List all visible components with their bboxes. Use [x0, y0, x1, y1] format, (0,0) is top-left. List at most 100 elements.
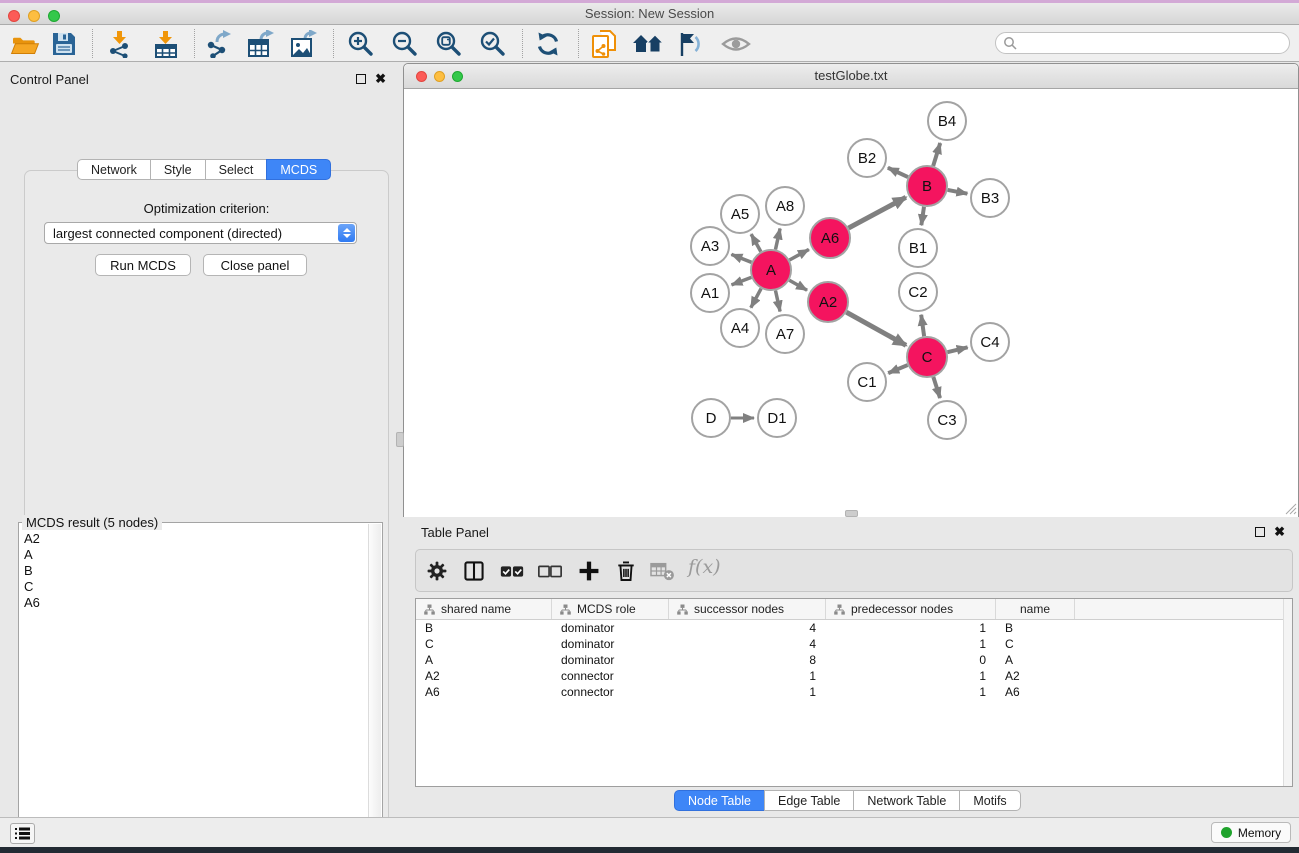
zoom-in-icon[interactable] — [344, 28, 378, 60]
control-panel: Control Panel ✖ NetworkStyleSelectMCDS O… — [0, 63, 394, 817]
float-panel-icon[interactable] — [356, 74, 366, 84]
first-neighbors-icon[interactable] — [631, 28, 665, 60]
graph-edge-B-B3[interactable] — [948, 190, 968, 194]
save-session-icon[interactable] — [47, 28, 81, 60]
graph-edge-A-A4[interactable] — [751, 289, 761, 308]
float-table-panel-icon[interactable] — [1255, 527, 1265, 537]
graph-edge-A2-C[interactable] — [846, 312, 906, 345]
toolbar-separator — [92, 29, 93, 58]
cell-shared-name: A — [416, 652, 552, 668]
memory-button[interactable]: Memory — [1211, 822, 1291, 843]
unselect-all-columns-icon[interactable] — [534, 555, 566, 587]
mcds-result-title: MCDS result (5 nodes) — [22, 515, 162, 530]
column-layout-icon[interactable] — [458, 555, 490, 587]
mcds-result-item[interactable]: B — [20, 563, 368, 579]
zoom-selected-icon[interactable] — [476, 28, 510, 60]
tab-network-table[interactable]: Network Table — [853, 790, 960, 811]
column-header-shared-name[interactable]: shared name — [416, 599, 552, 619]
create-column-icon[interactable] — [573, 555, 605, 587]
table-row[interactable]: Adominator80A — [416, 652, 1292, 668]
graph-node-label-C2: C2 — [908, 284, 927, 301]
function-builder-icon[interactable]: f(x) — [688, 556, 721, 578]
export-network-icon[interactable] — [202, 28, 236, 60]
memory-status-icon — [1221, 827, 1232, 838]
table-row[interactable]: Bdominator41B — [416, 620, 1292, 636]
import-network-icon[interactable] — [103, 28, 137, 60]
graph-edge-C-C4[interactable] — [947, 347, 967, 352]
result-scrollbar[interactable] — [368, 524, 381, 853]
tab-motifs[interactable]: Motifs — [959, 790, 1020, 811]
mcds-result-item[interactable]: A6 — [20, 595, 368, 611]
graph-edge-A6-B[interactable] — [849, 197, 906, 228]
table-options-gear-icon[interactable] — [421, 555, 453, 587]
graph-node-label-A1: A1 — [701, 285, 719, 302]
column-header-name[interactable]: name — [996, 599, 1075, 619]
graph-edge-B-B4[interactable] — [933, 143, 940, 166]
column-header-predecessor-nodes[interactable]: predecessor nodes — [826, 599, 996, 619]
zoom-out-icon[interactable] — [388, 28, 422, 60]
memory-label: Memory — [1238, 826, 1281, 840]
mcds-result-item[interactable]: C — [20, 579, 368, 595]
resize-grip-icon[interactable] — [1283, 501, 1297, 515]
table-row[interactable]: A6connector11A6 — [416, 684, 1292, 700]
network-horizontal-scrollbar-thumb[interactable] — [845, 510, 858, 517]
graph-edge-C-C3[interactable] — [933, 377, 940, 398]
export-image-icon[interactable] — [287, 28, 321, 60]
dropdown-stepper-icon — [338, 224, 355, 242]
delete-columns-trash-icon[interactable] — [610, 555, 642, 587]
criterion-dropdown[interactable]: largest connected component (directed) — [44, 222, 357, 244]
network-vertical-scrollbar-thumb[interactable] — [396, 432, 404, 447]
zoom-fit-icon[interactable] — [432, 28, 466, 60]
apply-layout-icon[interactable] — [531, 28, 565, 60]
task-history-button[interactable] — [10, 823, 35, 844]
column-header-mcds-role[interactable]: MCDS role — [552, 599, 669, 619]
table-scrollbar[interactable] — [1283, 599, 1292, 786]
close-panel-icon[interactable]: ✖ — [375, 74, 386, 84]
search-box[interactable] — [995, 32, 1290, 54]
tab-node-table[interactable]: Node Table — [674, 790, 765, 811]
tab-select[interactable]: Select — [205, 159, 268, 180]
graph-edge-C-C2[interactable] — [921, 315, 924, 336]
graph-edge-A-A7[interactable] — [775, 291, 780, 312]
show-all-icon[interactable] — [719, 28, 753, 60]
graph-node-label-A3: A3 — [701, 238, 719, 255]
new-network-from-selection-icon[interactable] — [587, 28, 621, 60]
table-row[interactable]: Cdominator41C — [416, 636, 1292, 652]
tab-mcds[interactable]: MCDS — [266, 159, 331, 180]
table-row[interactable]: A2connector11A2 — [416, 668, 1292, 684]
search-input[interactable] — [1021, 34, 1289, 52]
graph-edge-A-A6[interactable] — [789, 249, 808, 260]
close-table-panel-icon[interactable]: ✖ — [1274, 527, 1285, 537]
close-panel-button[interactable]: Close panel — [203, 254, 307, 276]
graph-edge-A-A5[interactable] — [751, 234, 761, 252]
select-all-columns-icon[interactable] — [496, 555, 528, 587]
network-canvas[interactable]: B4B2BB3A8A5A6A3B1AA1C2A2A4A7C4CC1C3DD1 — [404, 89, 1298, 517]
graph-edge-A-A8[interactable] — [775, 228, 780, 249]
cell-mcds-role: connector — [552, 668, 669, 684]
graph-edge-A-A1[interactable] — [732, 277, 752, 284]
graph-edge-B-B1[interactable] — [921, 207, 924, 225]
mcds-result-item[interactable]: A2 — [20, 531, 368, 547]
toolbar-separator — [522, 29, 523, 58]
main-toolbar — [0, 25, 1299, 62]
graph-edge-A-A3[interactable] — [731, 254, 751, 262]
table-header-row: shared name MCDS role successor nodes pr… — [416, 599, 1292, 620]
run-mcds-button[interactable]: Run MCDS — [95, 254, 191, 276]
delete-table-icon[interactable] — [646, 555, 678, 587]
tab-style[interactable]: Style — [150, 159, 206, 180]
export-table-icon[interactable] — [244, 28, 278, 60]
open-session-icon[interactable] — [8, 28, 42, 60]
graph-node-label-B3: B3 — [981, 190, 999, 207]
graph-edge-B-B2[interactable] — [888, 168, 908, 177]
import-table-icon[interactable] — [149, 28, 183, 60]
tab-edge-table[interactable]: Edge Table — [764, 790, 854, 811]
mcds-result-group: MCDS result (5 nodes) A2ABCA6 — [18, 522, 383, 853]
graph-edge-A-A2[interactable] — [789, 280, 807, 290]
graph-edge-C-C1[interactable] — [888, 365, 907, 373]
mcds-result-item[interactable]: A — [20, 547, 368, 563]
tab-network[interactable]: Network — [77, 159, 151, 180]
cell-shared-name: A6 — [416, 684, 552, 700]
hide-selected-icon[interactable] — [673, 28, 707, 60]
graph-node-label-D: D — [706, 410, 717, 427]
column-header-successor-nodes[interactable]: successor nodes — [669, 599, 826, 619]
